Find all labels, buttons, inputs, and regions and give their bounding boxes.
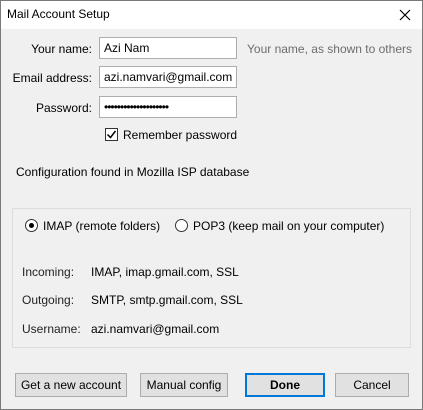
get-new-account-button[interactable]: Get a new account	[15, 373, 127, 397]
manual-config-button[interactable]: Manual config	[140, 373, 228, 397]
imap-radio-label[interactable]: IMAP (remote folders)	[43, 219, 160, 233]
password-input[interactable]: ••••••••••••••••••••	[99, 96, 237, 118]
name-label: Your name:	[31, 42, 92, 56]
close-icon	[399, 9, 411, 21]
password-label: Password:	[35, 101, 92, 115]
outgoing-value: SMTP, smtp.gmail.com, SSL	[91, 293, 243, 307]
close-button[interactable]	[388, 1, 422, 29]
cancel-button[interactable]: Cancel	[335, 373, 409, 397]
pop3-radio[interactable]	[175, 219, 188, 232]
config-found-message: Configuration found in Mozilla ISP datab…	[16, 165, 250, 179]
imap-radio[interactable]	[25, 219, 38, 232]
username-value: azi.namvari@gmail.com	[91, 322, 220, 336]
title-bar: Mail Account Setup	[1, 1, 422, 29]
incoming-label: Incoming:	[22, 265, 75, 279]
window-title: Mail Account Setup	[7, 7, 110, 21]
outgoing-label: Outgoing:	[22, 293, 75, 307]
name-input[interactable]: Azi Nam	[99, 37, 237, 59]
pop3-radio-label[interactable]: POP3 (keep mail on your computer)	[193, 219, 384, 233]
done-button[interactable]: Done	[245, 373, 325, 397]
name-hint: Your name, as shown to others	[247, 42, 412, 56]
email-label: Email address:	[12, 71, 92, 85]
remember-password-checkbox[interactable]	[105, 128, 118, 141]
mail-account-setup-dialog: Mail Account Setup Your name: Azi Nam Yo…	[0, 0, 423, 410]
remember-password-label[interactable]: Remember password	[123, 128, 237, 142]
username-label: Username:	[22, 322, 81, 336]
check-icon	[106, 130, 117, 139]
incoming-value: IMAP, imap.gmail.com, SSL	[91, 265, 239, 279]
email-input[interactable]: azi.namvari@gmail.com	[99, 66, 237, 88]
